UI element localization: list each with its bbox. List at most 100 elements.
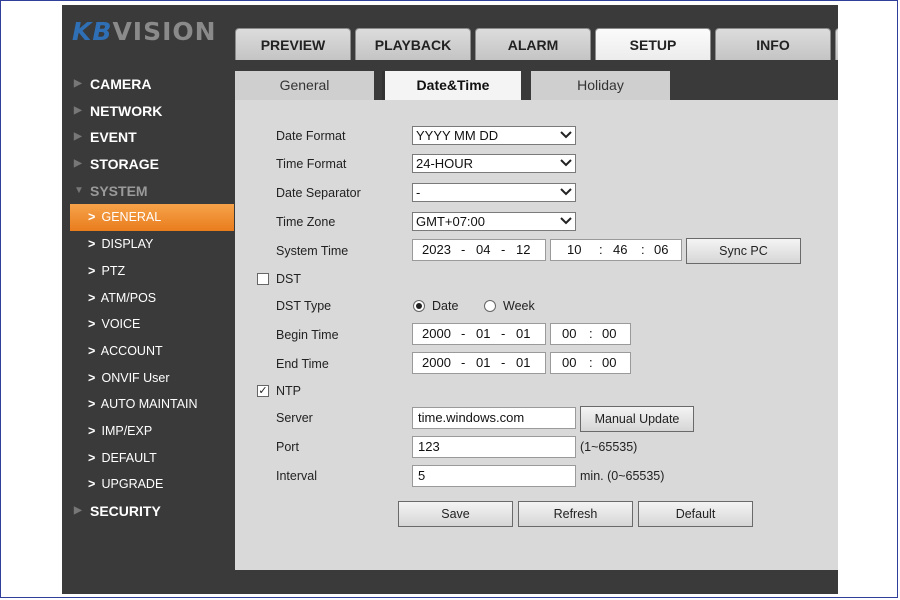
interval-label: Interval — [276, 469, 317, 483]
time-format-select[interactable]: 24-HOUR — [412, 154, 576, 173]
sidebar-item-label: ATM/POS — [100, 290, 157, 305]
sidebar-item-label: GENERAL — [101, 210, 162, 225]
sidebar-item-account[interactable]: > ACCOUNT — [62, 338, 234, 365]
refresh-button[interactable]: Refresh — [518, 501, 633, 527]
end-month: 01 — [476, 355, 491, 370]
sidebar-item-label: ACCOUNT — [100, 343, 163, 358]
time-colon: : — [589, 326, 593, 341]
time-format-label: Time Format — [276, 157, 347, 171]
time-zone-select[interactable]: GMT+07:00 — [412, 212, 576, 231]
chevron-right-icon: > — [88, 263, 96, 278]
sidebar-item-general[interactable]: > GENERAL — [70, 204, 234, 232]
sidebar-camera[interactable]: ▶ CAMERA — [62, 71, 234, 98]
sub-tab-bar: General Date&Time Holiday — [235, 71, 838, 100]
sidebar-item-label: DEFAULT — [101, 450, 157, 465]
subtab-general[interactable]: General — [235, 71, 377, 100]
begin-date-input[interactable]: 2000 - 01 - 01 — [412, 323, 546, 345]
tab-overflow[interactable] — [835, 28, 838, 60]
server-input[interactable]: time.windows.com — [412, 407, 576, 429]
ntp-checkbox[interactable]: ✓ — [257, 385, 269, 397]
system-day: 12 — [516, 242, 531, 257]
chevron-right-icon: > — [88, 370, 96, 385]
sidebar-item-label: VOICE — [101, 317, 141, 332]
begin-clock-input[interactable]: 00 : 00 — [550, 323, 631, 345]
sidebar-item-onvif-user[interactable]: > ONVIF User — [62, 365, 234, 392]
tab-setup[interactable]: SETUP — [595, 28, 711, 60]
begin-day: 01 — [516, 326, 531, 341]
sidebar-camera-label: CAMERA — [90, 76, 152, 92]
app-window: KBVISION PREVIEW PLAYBACK ALARM SETUP IN… — [62, 5, 838, 594]
port-hint: (1~65535) — [580, 440, 638, 454]
sidebar-item-label: AUTO MAINTAIN — [100, 397, 198, 412]
subtab-date-time[interactable]: Date&Time — [382, 71, 524, 100]
date-separator-select[interactable]: - — [412, 183, 576, 202]
interval-hint: min. (0~65535) — [580, 469, 665, 483]
tab-preview[interactable]: PREVIEW — [235, 28, 351, 60]
system-minute: 46 — [613, 242, 628, 257]
tab-info[interactable]: INFO — [715, 28, 831, 60]
time-colon: : — [589, 355, 593, 370]
system-date-input[interactable]: 2023 - 04 - 12 — [412, 239, 546, 261]
port-input[interactable]: 123 — [412, 436, 576, 458]
sidebar-network[interactable]: ▶ NETWORK — [62, 98, 234, 125]
chevron-down-icon — [560, 131, 572, 139]
expand-arrow-icon: ▶ — [74, 78, 82, 89]
chevron-right-icon: > — [88, 397, 96, 412]
dst-type-label: DST Type — [276, 299, 332, 313]
dst-type-week-radio[interactable] — [484, 300, 496, 312]
date-dash: - — [501, 355, 506, 370]
server-label: Server — [276, 411, 313, 425]
sync-pc-button[interactable]: Sync PC — [686, 238, 801, 264]
sidebar-item-atm-pos[interactable]: > ATM/POS — [62, 285, 234, 312]
interval-input[interactable]: 5 — [412, 465, 576, 487]
sidebar-item-ptz[interactable]: > PTZ — [62, 258, 234, 285]
end-date-input[interactable]: 2000 - 01 - 01 — [412, 352, 546, 374]
chevron-down-icon — [560, 188, 572, 196]
time-colon: : — [641, 242, 645, 257]
date-dash: - — [461, 242, 466, 257]
brand-logo: KBVISION — [72, 17, 217, 46]
date-dash: - — [501, 242, 506, 257]
tab-playback[interactable]: PLAYBACK — [355, 28, 471, 60]
sidebar-item-label: DISPLAY — [101, 237, 154, 252]
ntp-label: NTP — [276, 384, 301, 398]
chevron-right-icon: > — [88, 317, 96, 332]
sidebar-item-imp-exp[interactable]: > IMP/EXP — [62, 418, 234, 445]
begin-hour: 00 — [562, 326, 577, 341]
tab-alarm[interactable]: ALARM — [475, 28, 591, 60]
sidebar-storage[interactable]: ▶ STORAGE — [62, 151, 234, 178]
sidebar-item-default[interactable]: > DEFAULT — [62, 445, 234, 472]
manual-update-button[interactable]: Manual Update — [580, 406, 694, 432]
date-format-select[interactable]: YYYY MM DD — [412, 126, 576, 145]
sidebar-item-auto-maintain[interactable]: > AUTO MAINTAIN — [62, 391, 234, 418]
sidebar-system[interactable]: ▼ SYSTEM — [62, 178, 234, 205]
sidebar-system-label: SYSTEM — [90, 182, 148, 199]
collapse-arrow-icon: ▼ — [74, 184, 84, 196]
date-dash: - — [461, 355, 466, 370]
expand-arrow-icon: ▶ — [74, 505, 82, 516]
date-format-value: YYYY MM DD — [416, 128, 499, 143]
system-year: 2023 — [422, 242, 451, 257]
chevron-right-icon: > — [88, 450, 96, 465]
begin-month: 01 — [476, 326, 491, 341]
date-separator-value: - — [416, 185, 421, 200]
expand-arrow-icon: ▶ — [74, 131, 82, 143]
chevron-right-icon: > — [88, 290, 96, 305]
default-button[interactable]: Default — [638, 501, 753, 527]
save-button[interactable]: Save — [398, 501, 513, 527]
dst-type-date-radio[interactable] — [413, 300, 425, 312]
sidebar: ▶ CAMERA ▶ NETWORK ▶ EVENT ▶ STORAGE ▼ SYSTEM… — [62, 71, 234, 525]
sidebar-item-display[interactable]: > DISPLAY — [62, 231, 234, 258]
sidebar-item-upgrade[interactable]: > UPGRADE — [62, 471, 234, 498]
system-time-input[interactable]: 10 : 46 : 06 — [550, 239, 682, 261]
sidebar-storage-label: STORAGE — [90, 156, 159, 173]
sidebar-event[interactable]: ▶ EVENT — [62, 124, 234, 151]
sidebar-security[interactable]: ▶ SECURITY — [62, 498, 234, 525]
dst-checkbox[interactable] — [257, 273, 269, 285]
sidebar-network-label: NETWORK — [90, 102, 163, 119]
expand-arrow-icon: ▶ — [74, 104, 82, 116]
sidebar-item-voice[interactable]: > VOICE — [62, 311, 234, 338]
chevron-right-icon: > — [88, 210, 96, 225]
subtab-holiday[interactable]: Holiday — [531, 71, 673, 100]
end-clock-input[interactable]: 00 : 00 — [550, 352, 631, 374]
